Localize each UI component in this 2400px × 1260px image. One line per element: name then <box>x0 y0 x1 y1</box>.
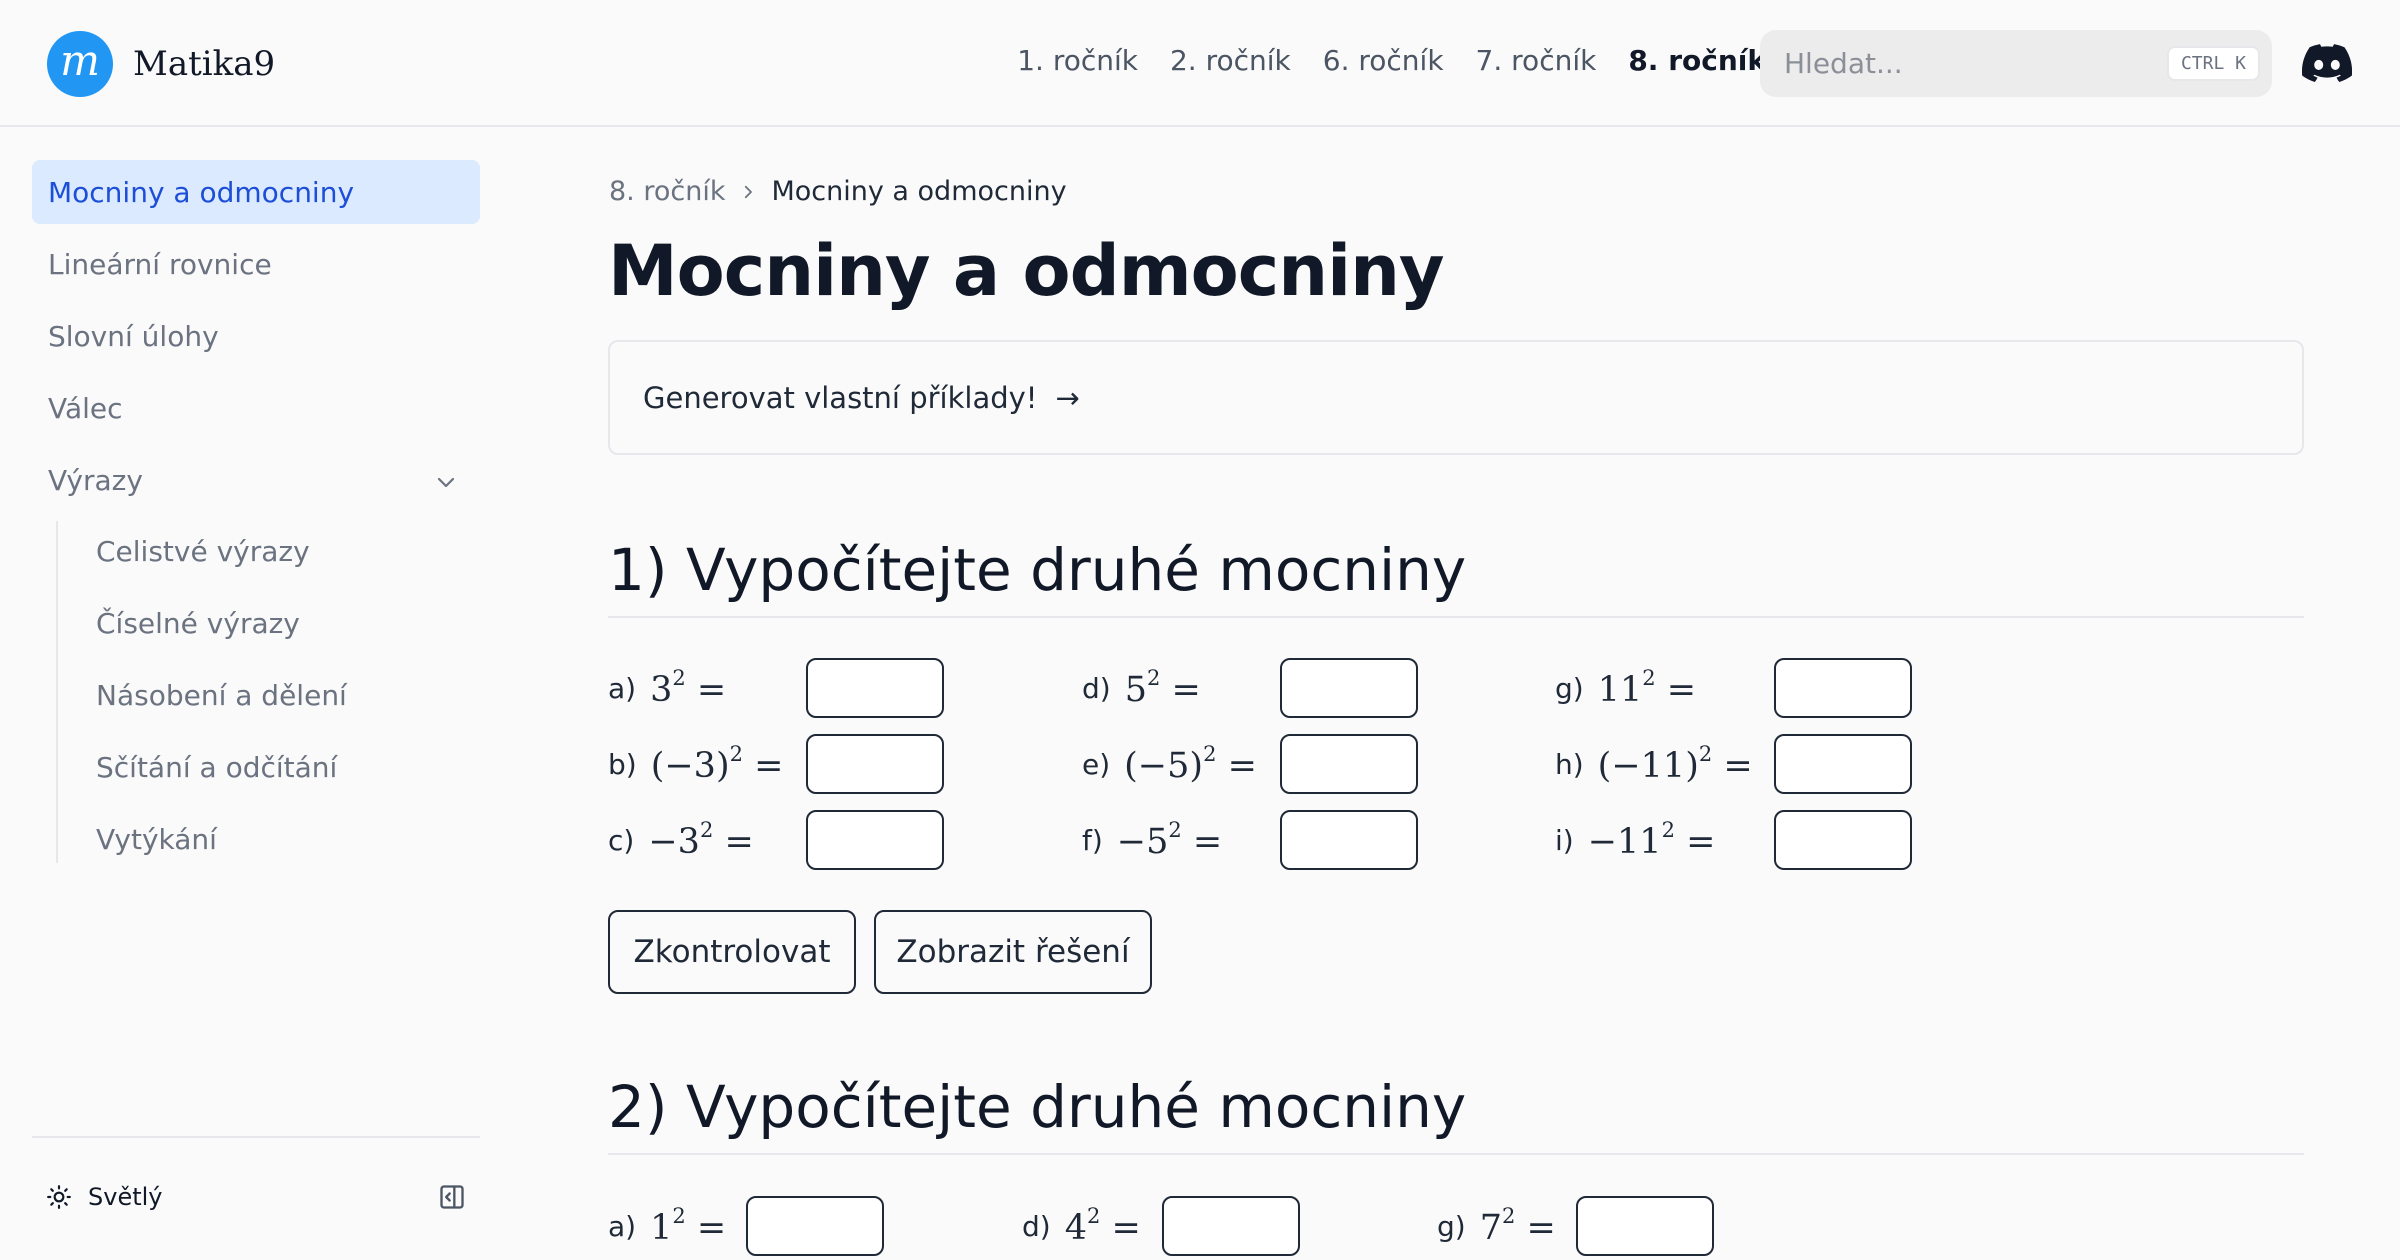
sidebar-subitem-celistve-vyrazy[interactable]: Celistvé výrazy <box>80 521 480 581</box>
exercise-expression: 42 = <box>1064 1204 1141 1248</box>
exercise-expression: 12 = <box>650 1204 727 1248</box>
page-title: Mocniny a odmocniny <box>608 230 1445 312</box>
chevron-down-icon <box>437 477 455 488</box>
answer-input-1g[interactable] <box>1774 658 1912 718</box>
sun-icon <box>47 1185 71 1209</box>
sidebar-item-label: Válec <box>48 391 123 425</box>
exercise-label: e) <box>1082 747 1111 781</box>
exercise-1b: b) (−3)2 = <box>608 734 783 794</box>
sidebar: Mocniny a odmocniny Lineární rovnice Slo… <box>0 129 512 1260</box>
search-box[interactable]: CTRL K <box>1760 30 2272 97</box>
exercise-2d: d) 42 = <box>1022 1196 1141 1256</box>
discord-icon[interactable] <box>2302 44 2352 82</box>
arrow-right-icon: → <box>1055 380 1080 415</box>
exercise-expression: (−5)2 = <box>1124 742 1257 786</box>
exercise-label: d) <box>1082 671 1111 705</box>
answer-input-2d[interactable] <box>1162 1196 1300 1256</box>
exercise-expression: −112 = <box>1587 818 1716 862</box>
grade-nav: 1. ročník 2. ročník 6. ročník 7. ročník … <box>1017 44 1766 77</box>
check-button[interactable]: Zkontrolovat <box>608 910 856 994</box>
exercise-label: c) <box>608 823 635 857</box>
exercise-2g: g) 72 = <box>1437 1196 1556 1256</box>
answer-input-1a[interactable] <box>806 658 944 718</box>
answer-input-1f[interactable] <box>1280 810 1418 870</box>
generate-examples-card[interactable]: Generovat vlastní příklady! → <box>608 340 2304 455</box>
sidebar-item-label: Lineární rovnice <box>48 247 272 281</box>
exercise-label: i) <box>1555 823 1574 857</box>
exercise-expression: −52 = <box>1116 818 1223 862</box>
sidebar-item-linearni-rovnice[interactable]: Lineární rovnice <box>32 232 480 296</box>
exercise-expression: 72 = <box>1479 1204 1556 1248</box>
breadcrumb-parent[interactable]: 8. ročník <box>609 176 725 207</box>
logo[interactable]: m Matika9 <box>47 31 275 97</box>
sidebar-item-vyrazy[interactable]: Výrazy <box>32 448 480 512</box>
top-header: m Matika9 1. ročník 2. ročník 6. ročník … <box>0 0 2400 127</box>
sidebar-item-slovni-ulohy[interactable]: Slovní úlohy <box>32 304 480 368</box>
sidebar-subitem-scitani-a-odcitani[interactable]: Sčítání a odčítání <box>80 737 480 797</box>
sidebar-subitem-ciselne-vyrazy[interactable]: Číselné výrazy <box>80 593 480 653</box>
answer-input-1c[interactable] <box>806 810 944 870</box>
nav-grade-7[interactable]: 7. ročník <box>1476 44 1597 77</box>
exercise-label: a) <box>608 1209 637 1243</box>
sidebar-item-label: Slovní úlohy <box>48 319 219 353</box>
exercise-expression: 112 = <box>1597 666 1697 710</box>
answer-input-1h[interactable] <box>1774 734 1912 794</box>
sidebar-item-label: Mocniny a odmocniny <box>48 175 355 209</box>
section-2-rule <box>608 1153 2304 1155</box>
answer-input-1e[interactable] <box>1280 734 1418 794</box>
show-solution-button[interactable]: Zobrazit řešení <box>874 910 1152 994</box>
exercise-1g: g) 112 = <box>1555 658 1696 718</box>
sidebar-item-valec[interactable]: Válec <box>32 376 480 440</box>
exercise-label: h) <box>1555 747 1584 781</box>
sidebar-divider <box>32 1136 480 1138</box>
sidebar-subitem-vytykani[interactable]: Vytýkání <box>80 809 480 869</box>
exercise-label: d) <box>1022 1209 1051 1243</box>
nav-grade-8[interactable]: 8. ročník <box>1628 44 1766 77</box>
answer-input-2a[interactable] <box>746 1196 884 1256</box>
sidebar-collapse-icon[interactable] <box>438 1183 466 1211</box>
section-2-title: 2) Vypočítejte druhé mocniny <box>608 1073 1467 1141</box>
exercise-label: g) <box>1555 671 1584 705</box>
nav-grade-6[interactable]: 6. ročník <box>1323 44 1444 77</box>
exercise-expression: (−11)2 = <box>1597 742 1753 786</box>
exercise-label: b) <box>608 747 637 781</box>
exercise-label: a) <box>608 671 637 705</box>
exercise-1f: f) −52 = <box>1082 810 1222 870</box>
search-shortcut-hint: CTRL K <box>2166 46 2260 81</box>
exercise-label: g) <box>1437 1209 1466 1243</box>
exercise-1c: c) −32 = <box>608 810 754 870</box>
nav-grade-2[interactable]: 2. ročník <box>1170 44 1291 77</box>
generate-examples-label: Generovat vlastní příklady! <box>643 380 1038 415</box>
answer-input-1d[interactable] <box>1280 658 1418 718</box>
theme-label: Světlý <box>88 1183 163 1211</box>
breadcrumb-current: Mocniny a odmocniny <box>771 176 1067 207</box>
brand-name: Matika9 <box>133 44 276 84</box>
exercise-2a: a) 12 = <box>608 1196 726 1256</box>
sidebar-item-label: Výrazy <box>48 463 143 497</box>
exercise-1d: d) 52 = <box>1082 658 1201 718</box>
exercise-expression: (−3)2 = <box>650 742 784 786</box>
exercise-1e: e) (−5)2 = <box>1082 734 1257 794</box>
section-1-rule <box>608 616 2304 618</box>
answer-input-1i[interactable] <box>1774 810 1912 870</box>
theme-toggle[interactable]: Světlý <box>46 1183 162 1211</box>
section-1-title: 1) Vypočítejte druhé mocniny <box>608 536 1467 604</box>
exercise-expression: −32 = <box>648 818 754 862</box>
exercise-label: f) <box>1082 823 1103 857</box>
exercise-expression: 52 = <box>1124 666 1201 710</box>
sidebar-item-mocniny[interactable]: Mocniny a odmocniny <box>32 160 480 224</box>
exercise-expression: 32 = <box>650 666 727 710</box>
exercise-1i: i) −112 = <box>1555 810 1715 870</box>
exercise-1a: a) 32 = <box>608 658 726 718</box>
logo-icon: m <box>47 31 113 97</box>
submenu-guide-line <box>56 521 58 863</box>
exercise-1h: h) (−11)2 = <box>1555 734 1753 794</box>
chevron-right-icon <box>745 185 753 198</box>
breadcrumb: 8. ročník Mocniny a odmocniny <box>609 176 1067 207</box>
answer-input-1b[interactable] <box>806 734 944 794</box>
search-input[interactable] <box>1784 47 2144 80</box>
sidebar-subitem-nasobeni-a-deleni[interactable]: Násobení a dělení <box>80 665 480 725</box>
nav-grade-1[interactable]: 1. ročník <box>1017 44 1138 77</box>
answer-input-2g[interactable] <box>1576 1196 1714 1256</box>
